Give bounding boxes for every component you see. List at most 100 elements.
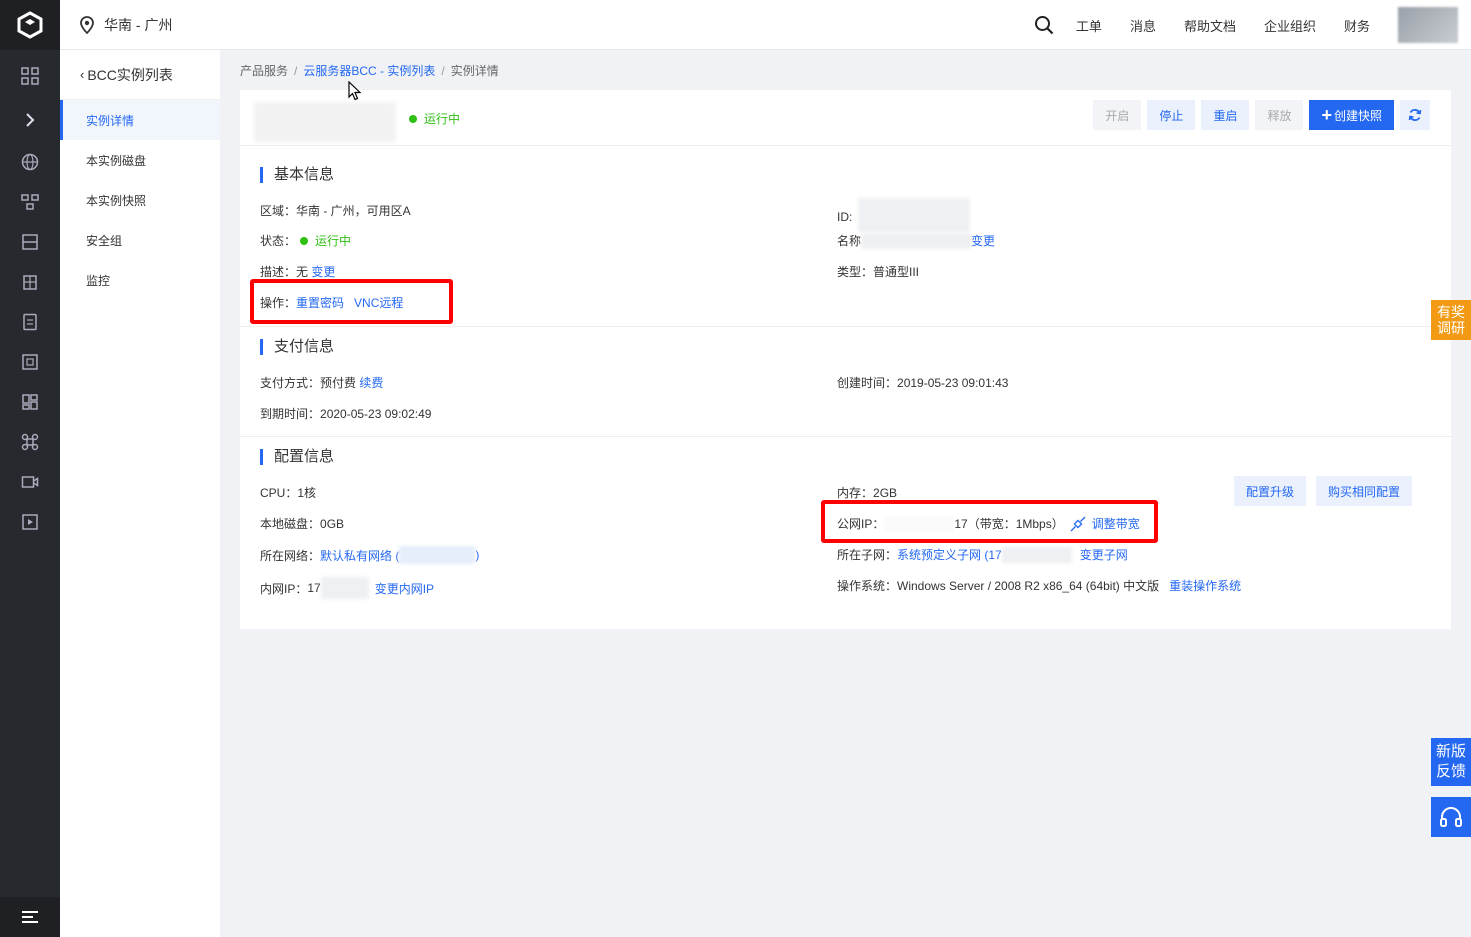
name-value-redacted: [861, 232, 972, 249]
create-snapshot-label: 创建快照: [1333, 108, 1382, 123]
expire-field: 到期时间：2020-05-23 09:02:49: [260, 405, 431, 422]
field-value: 2020-05-23 09:02:49: [320, 407, 432, 421]
menu-icon[interactable]: [0, 897, 60, 937]
database-icon[interactable]: [0, 342, 60, 382]
breadcrumb-current: 实例详情: [450, 64, 499, 78]
field-value: Windows Server / 2008 R2 x86_64 (64bit) …: [897, 579, 1160, 593]
change-private-ip-link[interactable]: 变更内网IP: [375, 580, 434, 597]
upgrade-config-button[interactable]: 配置升级: [1234, 476, 1307, 506]
os-field: 操作系统：Windows Server / 2008 R2 x86_64 (64…: [837, 577, 1241, 594]
breadcrumb-separator: /: [294, 64, 298, 78]
annotation-highlight: [821, 500, 1158, 543]
play-icon[interactable]: [0, 502, 60, 542]
instance-detail-card: 运行中 开启 停止 重启 释放 + 创建快照 基本信息 区域：华南 - 广州，可…: [240, 90, 1451, 629]
status-dot-icon: [300, 236, 309, 245]
globe-icon[interactable]: [0, 142, 60, 182]
nav-finance[interactable]: 财务: [1344, 16, 1370, 35]
chevron-left-icon: ‹: [80, 67, 85, 82]
create-snapshot-button[interactable]: + 创建快照: [1309, 100, 1394, 130]
nav-messages[interactable]: 消息: [1130, 16, 1156, 35]
back-to-list-link[interactable]: ‹ BCC实例列表: [60, 50, 220, 100]
sidebar-item-instance-detail[interactable]: 实例详情: [60, 100, 220, 140]
field-label: 支付方式：: [260, 376, 321, 390]
renew-link[interactable]: 续费: [359, 376, 383, 390]
field-label: CPU：: [260, 486, 298, 500]
disk-field: 本地磁盘：0GB: [260, 515, 344, 532]
apps-icon[interactable]: [0, 382, 60, 422]
private-ip-field: 内网IP： 17 变更内网IP: [260, 577, 434, 599]
region-selector[interactable]: 华南 - 广州: [80, 0, 172, 50]
field-label: ID:: [837, 210, 853, 224]
field-value: 0GB: [320, 517, 345, 531]
top-nav: 工单 消息 帮助文档 企业组织 财务: [1034, 0, 1471, 50]
status-text: 运行中: [424, 112, 461, 126]
field-value: 17: [307, 581, 321, 595]
buy-same-config-button[interactable]: 购买相同配置: [1316, 476, 1413, 506]
nav-ticket[interactable]: 工单: [1076, 16, 1102, 35]
sidebar: ‹ BCC实例列表 实例详情 本实例磁盘 本实例快照 安全组 监控: [60, 50, 220, 937]
annotation-highlight: [250, 279, 453, 324]
field-value: 2019-05-23 09:01:43: [897, 376, 1009, 390]
field-label: 描述：: [260, 265, 297, 279]
breadcrumb: 产品服务 / 云服务器BCC - 实例列表 / 实例详情: [240, 62, 499, 79]
breadcrumb-parent[interactable]: 云服务器BCC - 实例列表: [303, 64, 435, 78]
stop-button[interactable]: 停止: [1147, 100, 1196, 130]
field-label: 状态：: [260, 234, 297, 248]
sidebar-item-security-group[interactable]: 安全组: [60, 220, 220, 260]
search-button[interactable]: [1034, 15, 1054, 35]
network-id-redacted: [399, 546, 476, 564]
field-value: 无: [296, 265, 309, 279]
field-label: 所在网络：: [260, 548, 321, 563]
headset-icon: [1440, 807, 1462, 827]
release-button[interactable]: 释放: [1255, 100, 1304, 130]
change-desc-link[interactable]: 变更: [311, 265, 335, 279]
video-icon[interactable]: [0, 462, 60, 502]
payment-method-field: 支付方式：预付费 续费: [260, 374, 383, 391]
config-actions: 配置升级 购买相同配置: [1234, 476, 1413, 506]
building-icon[interactable]: [0, 262, 60, 302]
section-title: 配置信息: [260, 449, 334, 465]
change-subnet-link[interactable]: 变更子网: [1080, 546, 1128, 563]
restart-button[interactable]: 重启: [1201, 100, 1250, 130]
sidebar-item-disks[interactable]: 本实例磁盘: [60, 140, 220, 180]
expand-chevron-icon[interactable]: [0, 100, 60, 140]
network-link[interactable]: 默认私有网络 (: [320, 547, 399, 564]
start-button[interactable]: 开启: [1093, 100, 1142, 130]
subnet-link[interactable]: 系统预定义子网 (17: [897, 546, 1002, 563]
field-label: 操作系统：: [837, 579, 898, 593]
config-info-section: 配置信息 CPU：1核 本地磁盘：0GB 所在网络： 默认私有网络 () 内网IP…: [240, 437, 1451, 627]
sidebar-item-snapshots[interactable]: 本实例快照: [60, 180, 220, 220]
document-icon[interactable]: [0, 302, 60, 342]
subnet-field: 所在子网： 系统预定义子网 (17 变更子网: [837, 546, 1128, 563]
section-title: 基本信息: [260, 167, 334, 183]
avatar[interactable]: [1398, 7, 1458, 43]
field-value: 华南 - 广州，可用区A: [296, 204, 411, 218]
top-bar: 华南 - 广州 工单 消息 帮助文档 企业组织 财务: [60, 0, 1471, 50]
desc-field: 描述：无 变更: [260, 263, 335, 280]
breadcrumb-root: 产品服务: [240, 64, 289, 78]
field-label: 到期时间：: [260, 407, 321, 421]
reinstall-os-link[interactable]: 重装操作系统: [1169, 579, 1241, 593]
feedback-widget[interactable]: 新版反馈: [1431, 738, 1471, 786]
storage-icon[interactable]: [0, 222, 60, 262]
network-icon[interactable]: [0, 182, 60, 222]
field-label: 创建时间：: [837, 376, 898, 390]
refresh-button[interactable]: [1400, 100, 1430, 130]
command-icon[interactable]: [0, 422, 60, 462]
breadcrumb-separator: /: [441, 64, 445, 78]
field-label: 本地磁盘：: [260, 517, 321, 531]
refresh-icon: [1408, 109, 1422, 121]
id-value-redacted: [858, 198, 971, 232]
status-field: 状态： 运行中: [260, 232, 351, 249]
sidebar-item-monitoring[interactable]: 监控: [60, 260, 220, 300]
dashboard-icon[interactable]: [0, 56, 60, 96]
field-label: 类型：: [837, 265, 874, 279]
logo[interactable]: [0, 0, 60, 50]
region-label: 华南 - 广州: [104, 17, 173, 33]
survey-widget[interactable]: 有奖调研: [1431, 300, 1471, 340]
customer-service-button[interactable]: [1431, 797, 1471, 837]
nav-organization[interactable]: 企业组织: [1264, 16, 1316, 35]
field-label: 内存：: [837, 486, 874, 500]
change-name-link[interactable]: 变更: [971, 232, 995, 249]
nav-docs[interactable]: 帮助文档: [1184, 16, 1236, 35]
